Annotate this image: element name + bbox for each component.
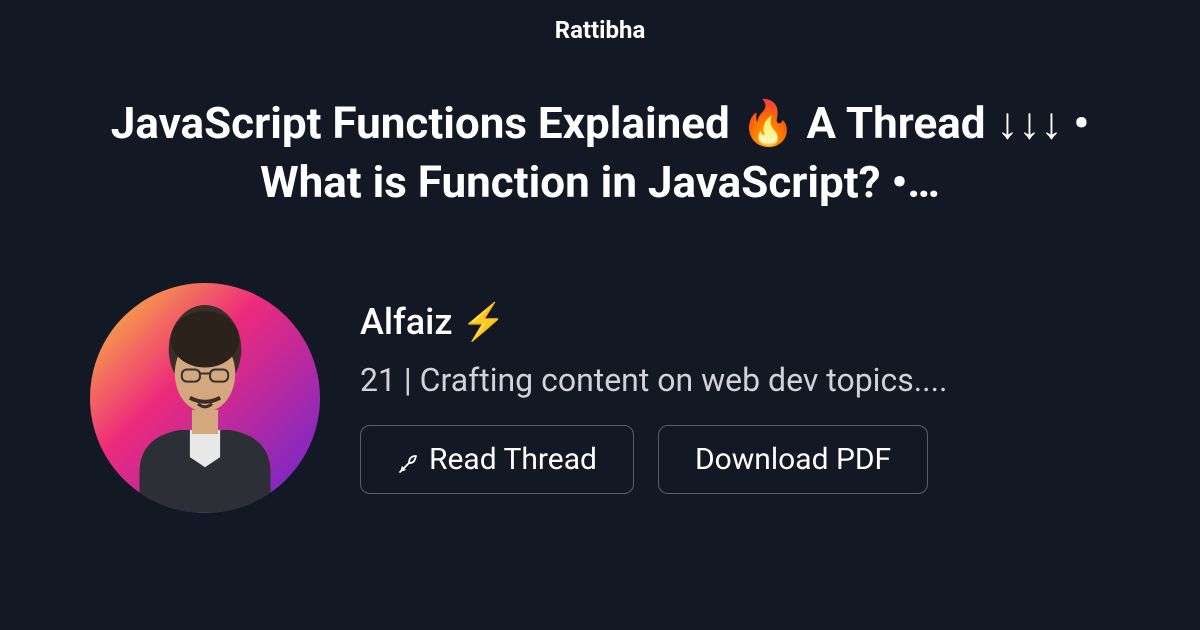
author-name: Alfaiz ⚡ [360,301,1200,343]
author-section: Alfaiz ⚡ 21 | Crafting content on web de… [0,213,1200,513]
read-thread-label: Read Thread [429,442,597,477]
button-row: Read Thread Download PDF [360,425,1200,494]
feather-icon [397,448,421,472]
read-thread-button[interactable]: Read Thread [360,425,634,494]
thread-title: JavaScript Functions Explained 🔥 A Threa… [0,44,1200,213]
avatar [90,283,320,513]
author-info: Alfaiz ⚡ 21 | Crafting content on web de… [360,301,1200,494]
site-title: Rattibha [0,0,1200,44]
download-pdf-label: Download PDF [695,442,891,477]
download-pdf-button[interactable]: Download PDF [658,425,928,494]
author-bio: 21 | Crafting content on web dev topics.… [360,361,1120,399]
avatar-image [119,301,292,513]
